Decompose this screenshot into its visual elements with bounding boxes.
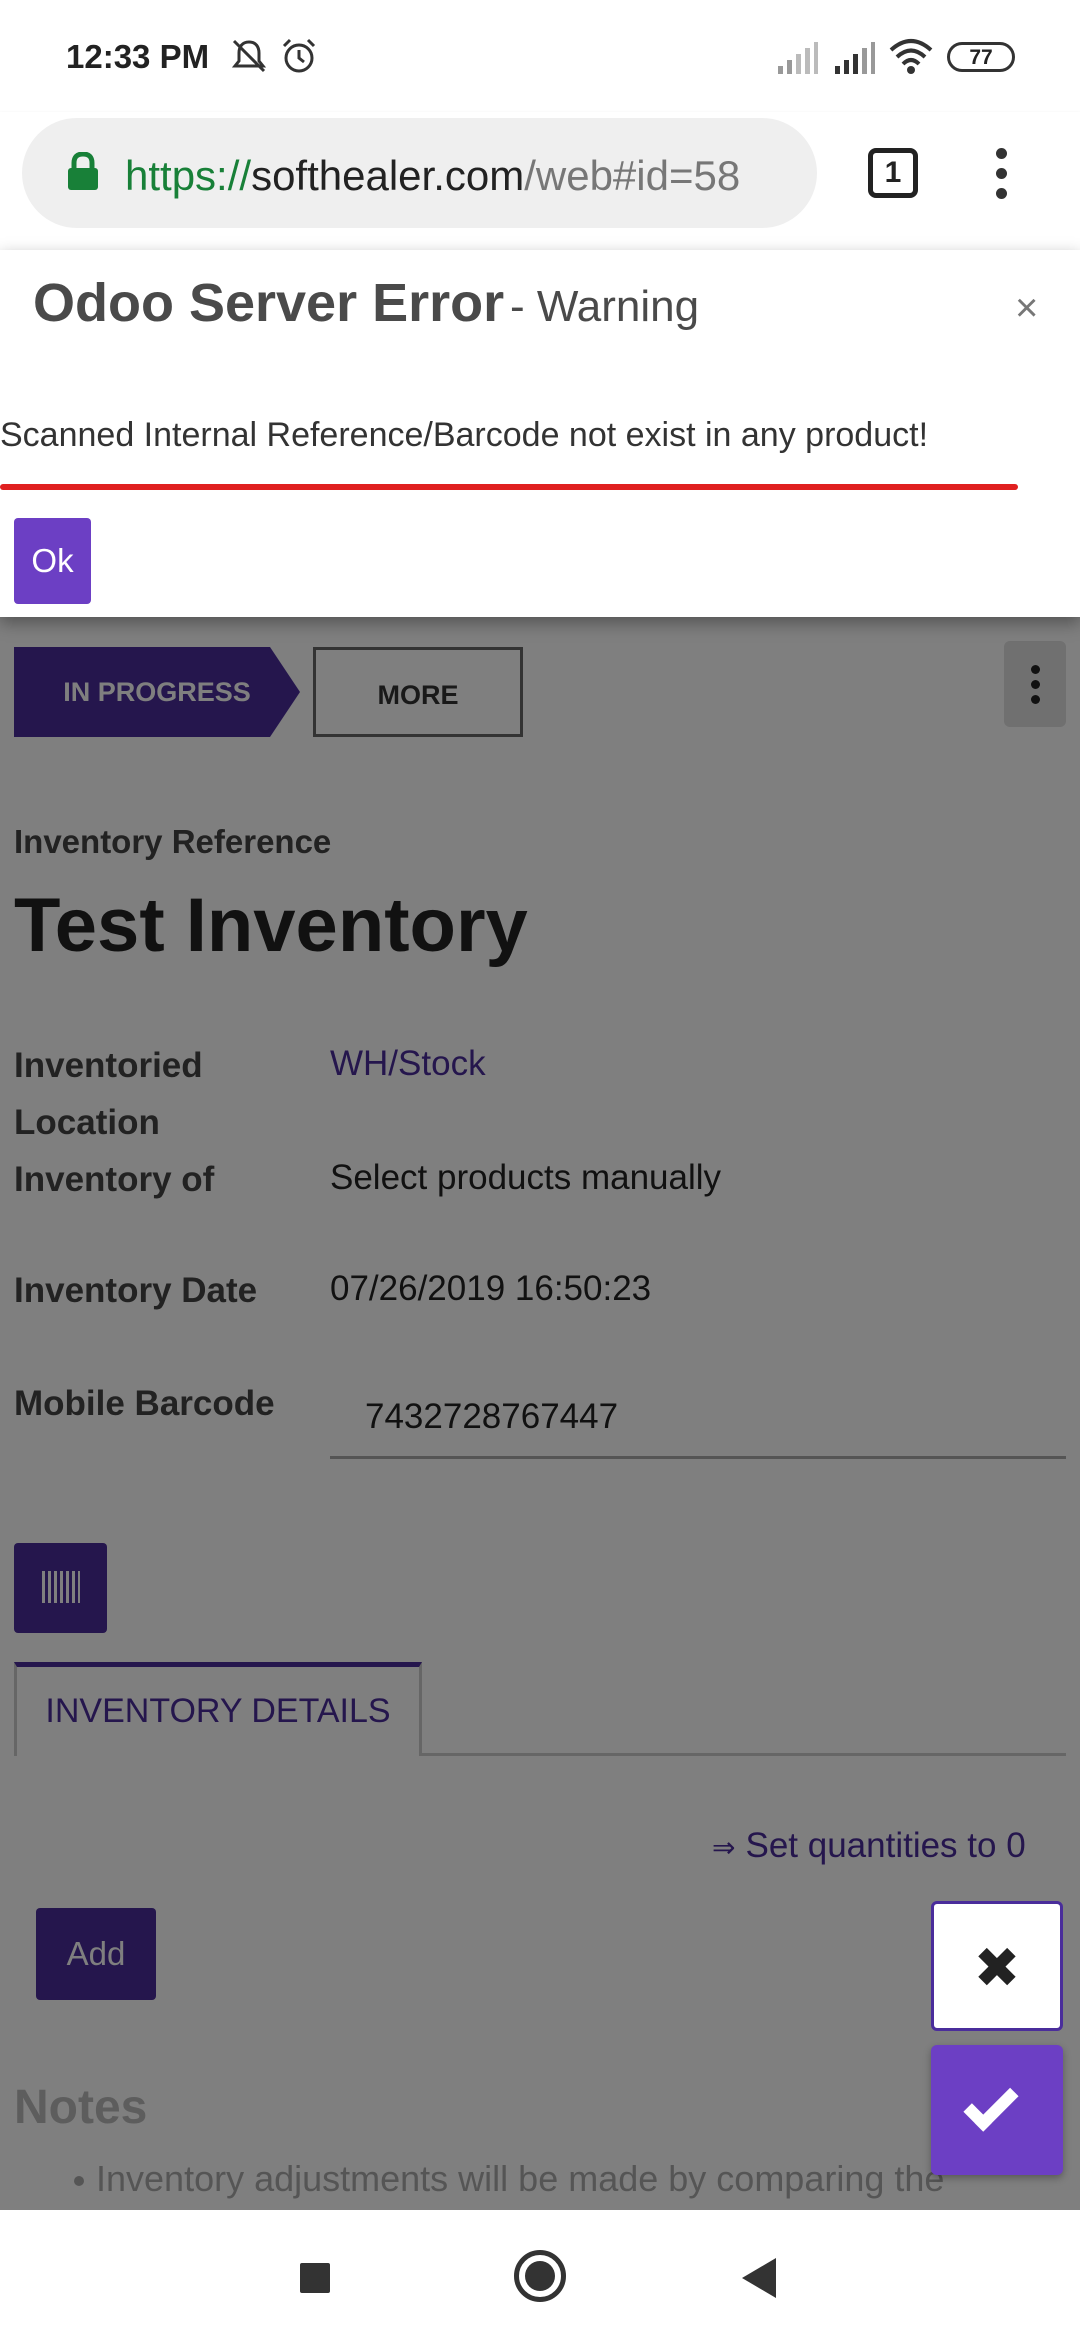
recents-icon[interactable] — [300, 2263, 330, 2293]
wifi-icon — [889, 39, 933, 74]
browser-menu-icon[interactable] — [994, 148, 1008, 200]
mute-icon — [231, 39, 267, 73]
browser-toolbar: https://softhealer.com/web#id=58 1 — [0, 112, 1080, 250]
status-bar: 12:33 PM 77 — [0, 0, 1080, 112]
dialog-subtitle: - Warning — [510, 282, 700, 331]
error-message: Scanned Internal Reference/Barcode not e… — [0, 416, 929, 454]
home-icon[interactable] — [514, 2250, 566, 2302]
status-time: 12:33 PM — [66, 38, 210, 75]
url-text[interactable]: https://softhealer.com/web#id=58 — [125, 152, 740, 200]
save-button[interactable] — [931, 2045, 1063, 2175]
error-underline — [0, 484, 1018, 490]
battery-icon: 77 — [947, 42, 1015, 72]
discard-button[interactable]: ✖ — [931, 1901, 1063, 2031]
alarm-icon — [282, 38, 316, 73]
close-icon: ✖ — [973, 1936, 1021, 1999]
url-scheme: https:// — [125, 152, 252, 199]
signal-icon — [835, 42, 875, 74]
url-domain: softhealer.com — [251, 152, 525, 199]
error-dialog: Odoo Server Error - Warning × Scanned In… — [0, 250, 1080, 617]
url-path: /web#id=58 — [524, 152, 741, 199]
close-icon[interactable]: × — [1015, 286, 1038, 331]
tab-switcher-button[interactable]: 1 — [868, 148, 918, 198]
back-icon[interactable] — [742, 2258, 776, 2298]
ok-button[interactable]: Ok — [14, 518, 91, 604]
system-nav-bar — [0, 2210, 1080, 2340]
dialog-title: Odoo Server Error — [33, 273, 505, 333]
lock-icon — [68, 152, 98, 190]
check-icon — [963, 2076, 1019, 2132]
battery-level: 77 — [969, 46, 993, 69]
url-bar[interactable]: https://softhealer.com/web#id=58 — [22, 118, 817, 228]
signal-icon — [778, 42, 818, 74]
